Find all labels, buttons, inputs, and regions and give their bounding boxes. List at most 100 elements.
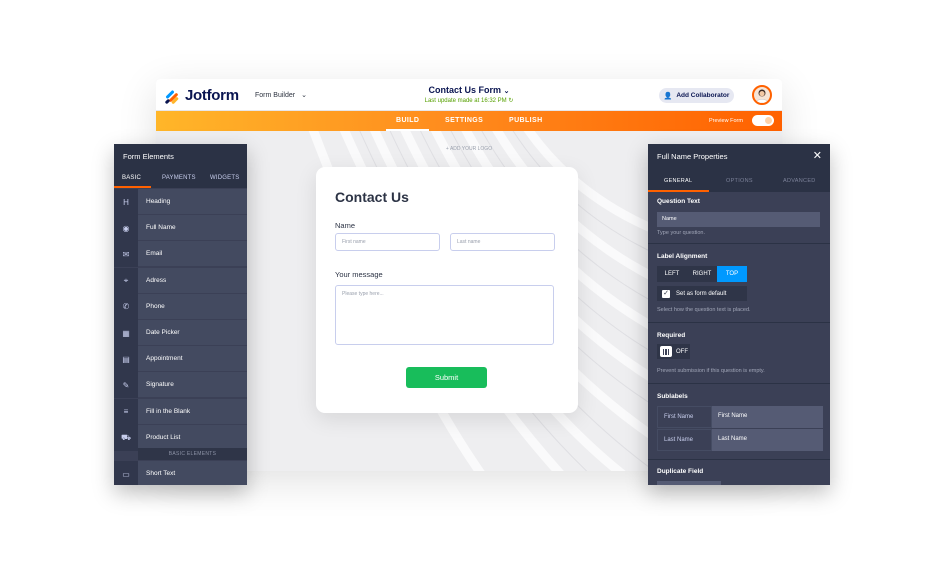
sublabel-input[interactable]: First Name — [712, 406, 823, 428]
add-user-icon: 👤 — [663, 92, 673, 100]
divider — [648, 243, 830, 244]
sublabel-row-first: First Name First Name — [657, 406, 823, 428]
add-collaborator-button[interactable]: 👤 Add Collaborator — [659, 88, 734, 103]
duplicate-field-label: Duplicate Field — [657, 468, 704, 475]
sublabel-input[interactable]: Last Name — [712, 429, 823, 451]
tab-publish[interactable]: PUBLISH — [509, 117, 543, 124]
stage: Jotform Form Builder ⌄ Contact Us Form ⌄… — [0, 0, 942, 588]
tab-options[interactable]: OPTIONS — [726, 178, 753, 184]
form-elements-tabs: BASIC PAYMENTS WIDGETS — [114, 167, 247, 188]
sublabel-key: First Name — [657, 406, 712, 428]
tab-payments[interactable]: PAYMENTS — [162, 175, 196, 181]
required-state: OFF — [676, 348, 688, 355]
element-label: Short Text — [138, 461, 247, 485]
element-signature[interactable]: ✎ Signature — [114, 372, 247, 399]
divider — [648, 459, 830, 460]
element-fill-in-the-blank[interactable]: ≡ Fill in the Blank — [114, 398, 247, 425]
label-alignment-label: Label Alignment — [657, 253, 708, 260]
duplicate-field-control[interactable] — [657, 481, 721, 485]
sublabels-label: Sublabels — [657, 393, 688, 400]
checkmark-icon: ✓ — [662, 289, 670, 298]
form-elements-title: Form Elements — [114, 144, 247, 167]
sublabel-row-last: Last Name Last Name — [657, 429, 823, 451]
properties-tabs: GENERAL OPTIONS ADVANCED — [648, 168, 830, 192]
element-label: Full Name — [138, 215, 247, 241]
required-hint: Prevent submission if this question is e… — [657, 368, 765, 374]
toggle-knob-icon — [660, 346, 672, 357]
properties-panel: Full Name Properties ✕ GENERAL OPTIONS A… — [648, 144, 830, 485]
build-nav-bar: BUILD SETTINGS PUBLISH Preview Form — [156, 111, 782, 131]
element-phone[interactable]: ✆ Phone — [114, 293, 247, 320]
add-collaborator-label: Add Collaborator — [676, 92, 730, 99]
element-email[interactable]: ✉ Email — [114, 241, 247, 268]
active-tab-indicator — [648, 190, 709, 192]
top-bar: Jotform Form Builder ⌄ Contact Us Form ⌄… — [156, 79, 782, 111]
tab-widgets[interactable]: WIDGETS — [210, 175, 239, 181]
tab-basic[interactable]: BASIC — [122, 175, 141, 181]
align-top-button[interactable]: TOP — [717, 266, 747, 282]
tab-settings[interactable]: SETTINGS — [445, 117, 483, 124]
avatar[interactable] — [752, 85, 772, 105]
alignment-hint: Select how the question text is placed. — [657, 307, 751, 313]
close-icon[interactable]: ✕ — [813, 149, 822, 162]
message-label[interactable]: Your message — [335, 270, 383, 279]
refresh-icon: ↻ — [508, 98, 514, 104]
last-update-text: Last update made at 16:32 PM — [424, 98, 507, 104]
align-left-button[interactable]: LEFT — [657, 266, 687, 282]
preview-toggle[interactable] — [752, 115, 774, 126]
form-title-text: Contact Us Form — [428, 85, 502, 95]
user-avatar-icon — [755, 89, 769, 103]
tab-advanced[interactable]: ADVANCED — [783, 178, 816, 184]
set-default-label: Set as form default — [676, 290, 727, 297]
element-short-text[interactable]: ▭ Short Text — [114, 461, 247, 485]
element-label: Phone — [138, 293, 247, 319]
set-default-checkbox[interactable]: ✓ Set as form default — [657, 286, 747, 301]
basic-elements-separator: BASIC ELEMENTS — [138, 448, 247, 460]
element-full-name[interactable]: ◉ Full Name — [114, 215, 247, 242]
tab-build[interactable]: BUILD — [385, 117, 430, 131]
submit-button[interactable]: Submit — [406, 367, 487, 388]
form-card: Contact Us Name First name Last name You… — [316, 167, 578, 413]
element-label: Email — [138, 241, 247, 267]
email-icon: ✉ — [114, 241, 138, 268]
chevron-down-icon: ⌄ — [503, 88, 510, 95]
form-heading[interactable]: Contact Us — [335, 189, 409, 205]
tab-general[interactable]: GENERAL — [664, 178, 692, 184]
element-date-picker[interactable]: ▦ Date Picker — [114, 320, 247, 346]
heading-icon: H — [114, 189, 138, 215]
element-label: Product List — [138, 424, 247, 450]
cart-icon: ⛟ — [114, 424, 138, 451]
form-elements-panel: Form Elements BASIC PAYMENTS WIDGETS H He… — [114, 144, 247, 485]
element-appointment[interactable]: ▤ Appointment — [114, 346, 247, 373]
element-label: Fill in the Blank — [138, 398, 247, 424]
required-label: Required — [657, 332, 686, 339]
element-label: Date Picker — [138, 320, 247, 345]
name-label[interactable]: Name — [335, 221, 355, 230]
properties-title: Full Name Properties — [648, 144, 830, 168]
preview-form-label: Preview Form — [709, 118, 743, 124]
element-label: Signature — [138, 372, 247, 398]
signature-icon: ✎ — [114, 372, 138, 399]
fill-blank-icon: ≡ — [114, 398, 138, 425]
user-icon: ◉ — [114, 215, 138, 242]
question-text-label: Question Text — [657, 198, 700, 205]
element-label: Heading — [138, 189, 247, 214]
element-adress[interactable]: ⌖ Adress — [114, 267, 247, 294]
question-text-input[interactable]: Name — [657, 212, 820, 227]
required-toggle[interactable]: OFF — [657, 344, 690, 359]
location-icon: ⌖ — [114, 267, 138, 294]
first-name-input[interactable]: First name — [335, 233, 440, 251]
short-text-icon: ▭ — [114, 461, 138, 485]
element-product-list[interactable]: ⛟ Product List — [114, 424, 247, 451]
align-right-button[interactable]: RIGHT — [687, 266, 717, 282]
element-label: Appointment — [138, 346, 247, 372]
last-name-input[interactable]: Last name — [450, 233, 555, 251]
sublabel-key: Last Name — [657, 429, 712, 451]
active-tab-indicator — [114, 186, 151, 188]
element-heading[interactable]: H Heading — [114, 189, 247, 215]
divider — [648, 322, 830, 323]
message-textarea[interactable]: Please type here... — [335, 285, 554, 345]
element-label: Adress — [138, 267, 247, 293]
divider — [648, 383, 830, 384]
calendar-icon: ▦ — [114, 320, 138, 346]
